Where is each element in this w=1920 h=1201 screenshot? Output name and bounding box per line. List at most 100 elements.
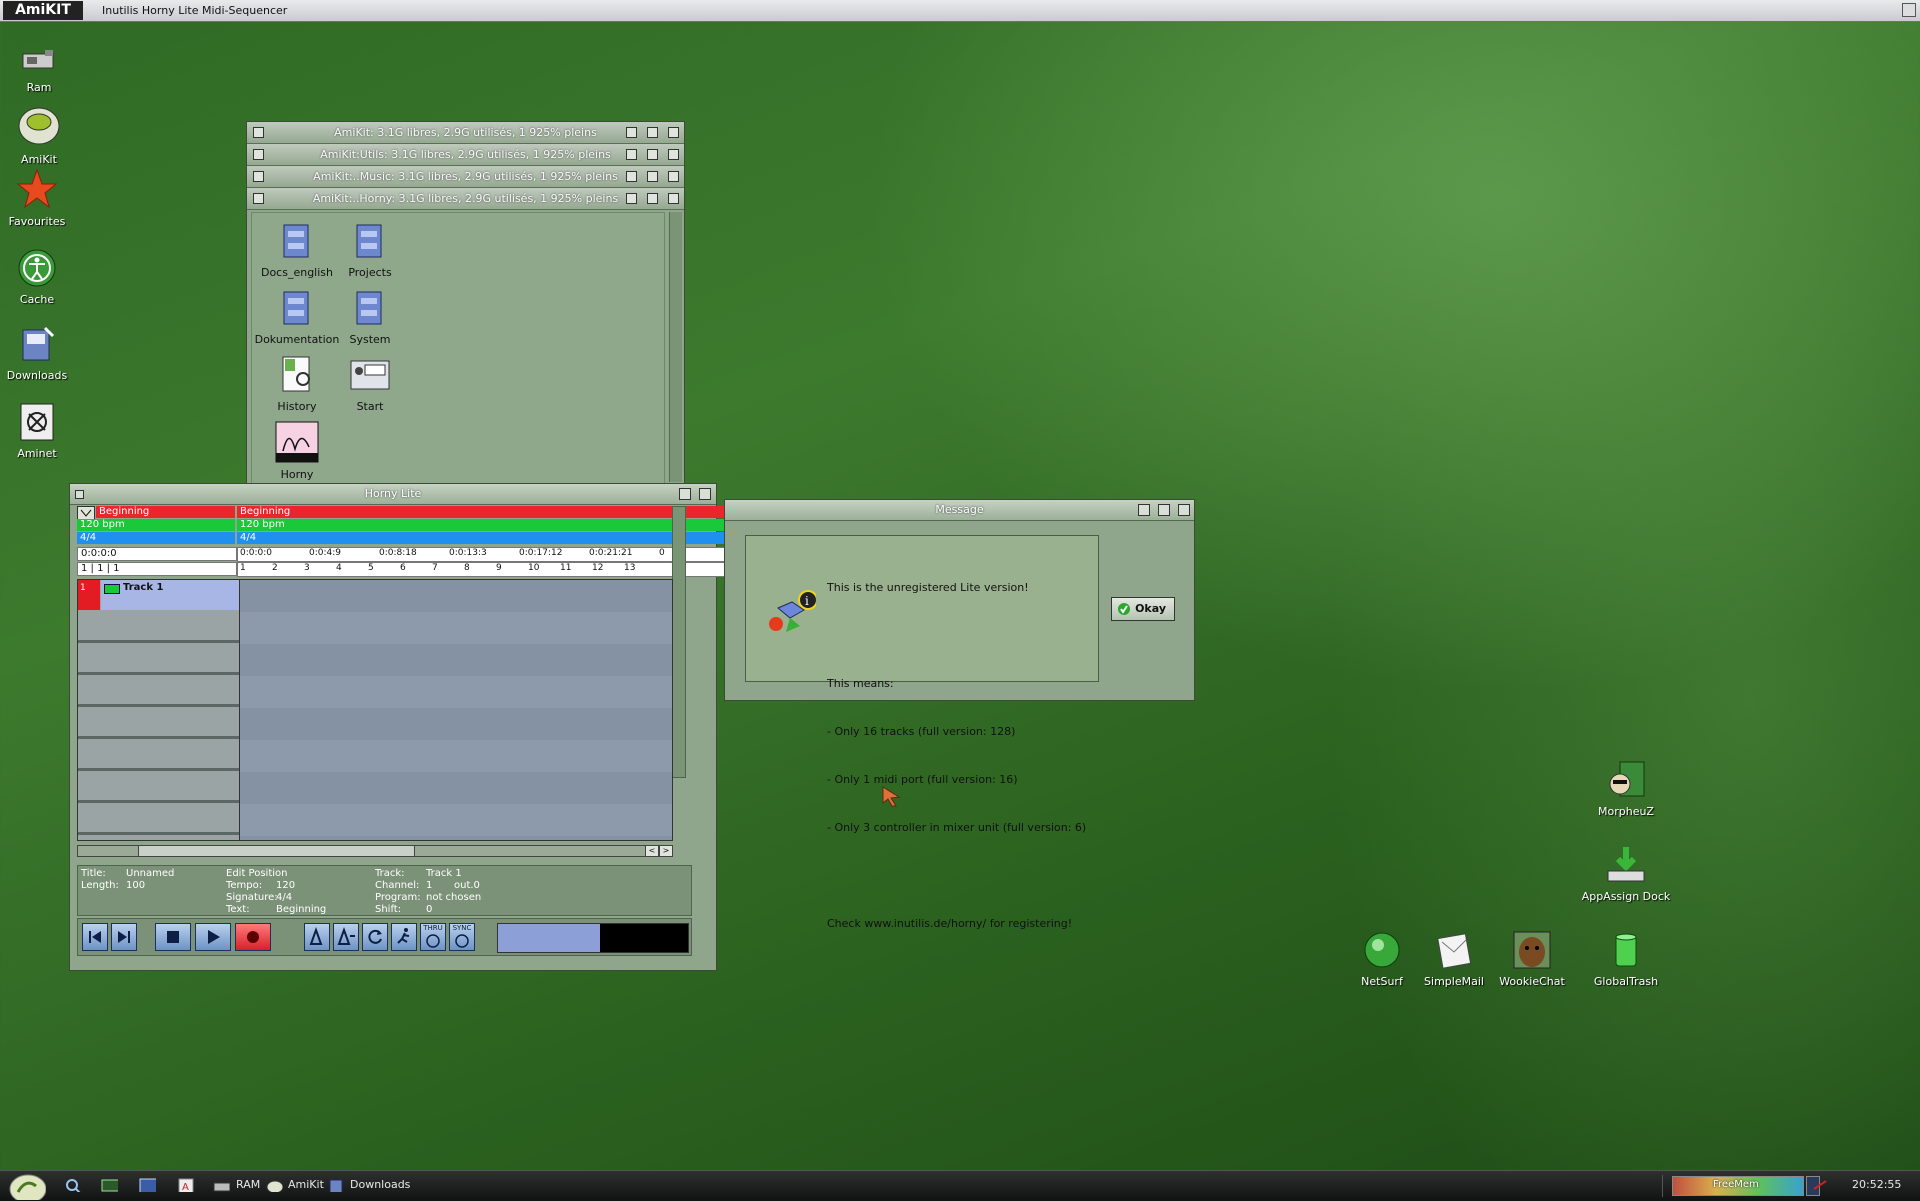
- message-titlebar[interactable]: Message: [725, 500, 1194, 521]
- iconify-gadget[interactable]: [626, 127, 637, 138]
- desktop-icon-wookiechat[interactable]: WookieChat: [1487, 930, 1577, 988]
- time-position[interactable]: 0:0:0:0: [77, 547, 237, 561]
- scroll-right-button[interactable]: >: [659, 845, 673, 857]
- close-gadget[interactable]: [75, 490, 84, 499]
- close-gadget[interactable]: [253, 127, 264, 138]
- depth-gadget[interactable]: [668, 127, 679, 138]
- drawer-titlebar-music[interactable]: AmiKit:..Music: 3.1G libres, 2.9G utilis…: [247, 166, 684, 188]
- iconify-gadget[interactable]: [626, 149, 637, 160]
- tempo-row-left[interactable]: 120 bpm: [77, 519, 235, 531]
- ram-disk-icon[interactable]: [212, 1178, 230, 1192]
- horny-titlebar[interactable]: Horny Lite: [70, 484, 716, 505]
- horizontal-scrollbar[interactable]: [138, 845, 646, 857]
- thru-button[interactable]: THRU: [420, 923, 446, 951]
- depth-gadget[interactable]: [668, 171, 679, 182]
- desktop-icon-aminet[interactable]: Aminet: [0, 402, 82, 460]
- depth-gadget[interactable]: [668, 149, 679, 160]
- bar-position[interactable]: 1 | 1 | 1: [77, 562, 237, 576]
- scroll-left-button[interactable]: <: [645, 845, 659, 857]
- depth-gadget[interactable]: [668, 193, 679, 204]
- drawer-icon-system[interactable]: System: [325, 288, 415, 346]
- okay-button[interactable]: Okay: [1111, 597, 1175, 621]
- drawer-titlebar-horny[interactable]: AmiKit:..Horny: 3.1G libres, 2.9G utilis…: [247, 188, 684, 210]
- shift-value[interactable]: 0: [426, 904, 432, 915]
- play-button[interactable]: [195, 923, 231, 951]
- amikit-logo[interactable]: AmiKIT: [3, 1, 83, 20]
- zoom-gadget[interactable]: [679, 488, 691, 500]
- tempo-value[interactable]: 120: [276, 880, 295, 891]
- drawer-titlebar-utils[interactable]: AmiKit:Utils: 3.1G libres, 2.9G utilisés…: [247, 144, 684, 166]
- track-1-mute-cell[interactable]: 1: [78, 580, 100, 610]
- taskbar-item-ram[interactable]: RAM: [236, 1177, 260, 1193]
- screen-depth-gadget[interactable]: [1902, 3, 1916, 17]
- window-list-icon[interactable]: [138, 1178, 156, 1192]
- drawer-scrollbar[interactable]: [669, 212, 682, 482]
- depth-gadget[interactable]: [1178, 504, 1190, 516]
- close-gadget[interactable]: [253, 149, 264, 160]
- track-value[interactable]: Track 1: [426, 868, 462, 879]
- taskbar-item-downloads[interactable]: Downloads: [350, 1177, 410, 1193]
- depth-gadget[interactable]: [699, 488, 711, 500]
- search-icon[interactable]: [64, 1178, 82, 1192]
- program-value[interactable]: not chosen: [426, 892, 481, 903]
- zoom-gadget[interactable]: [647, 149, 658, 160]
- count-in-button[interactable]: [333, 923, 359, 951]
- sync-button[interactable]: SYNC: [449, 923, 475, 951]
- zoom-slider[interactable]: [77, 845, 139, 857]
- marker-menu-button[interactable]: [77, 506, 95, 520]
- metronome-button[interactable]: [304, 923, 330, 951]
- desktop-icon-simplemail[interactable]: SimpleMail: [1409, 930, 1499, 988]
- signature-row-track[interactable]: 4/4: [237, 532, 739, 544]
- downloads-drawer-icon[interactable]: [327, 1178, 345, 1192]
- empty-track-slots[interactable]: [78, 611, 240, 840]
- time-ruler[interactable]: 0:0:0:0 0:0:4:9 0:0:8:18 0:0:13:3 0:0:17…: [237, 547, 739, 562]
- drawer-titlebar-amikit[interactable]: AmiKit: 3.1G libres, 2.9G utilisés, 1 92…: [247, 122, 684, 144]
- channel-value[interactable]: 1: [426, 880, 432, 891]
- track-1-name-cell[interactable]: Track 1: [101, 580, 239, 610]
- track-lanes[interactable]: [239, 579, 673, 841]
- rewind-to-start-button[interactable]: [82, 923, 108, 951]
- iconify-gadget[interactable]: [626, 171, 637, 182]
- marker-row-track[interactable]: Beginning: [237, 506, 739, 518]
- record-button[interactable]: [235, 923, 271, 951]
- output-port-value[interactable]: out.0: [454, 880, 480, 891]
- drawer-icon-projects[interactable]: Projects: [325, 221, 415, 279]
- iconify-gadget[interactable]: [626, 193, 637, 204]
- song-length-value[interactable]: 100: [126, 880, 145, 891]
- tempo-row-track[interactable]: 120 bpm: [237, 519, 739, 531]
- drawer-icon-horny[interactable]: Horny: [252, 421, 342, 481]
- iconify-gadget[interactable]: [1138, 504, 1150, 516]
- text-value[interactable]: Beginning: [276, 904, 326, 915]
- close-gadget[interactable]: [253, 171, 264, 182]
- desktop-icon-downloads[interactable]: Downloads: [0, 324, 82, 382]
- zoom-gadget[interactable]: [647, 193, 658, 204]
- start-menu-icon[interactable]: [4, 1172, 46, 1200]
- volume-icon[interactable]: [1812, 1177, 1828, 1193]
- signature-row-left[interactable]: 4/4: [77, 532, 235, 544]
- marker-row-left[interactable]: Beginning: [96, 506, 235, 518]
- drawer-icon-start[interactable]: Start: [325, 355, 415, 413]
- zoom-gadget[interactable]: [647, 171, 658, 182]
- bar-ruler[interactable]: 1 2 3 4 5 6 7 8 9 10 11 12 13: [237, 562, 739, 577]
- screen-mode-icon[interactable]: [100, 1178, 118, 1192]
- taskbar-item-amikit[interactable]: AmiKit: [288, 1177, 324, 1193]
- song-title-value[interactable]: Unnamed: [126, 868, 174, 879]
- desktop-icon-cache[interactable]: Cache: [0, 248, 82, 306]
- close-gadget[interactable]: [253, 193, 264, 204]
- track-vertical-scrollbar[interactable]: [672, 506, 686, 778]
- zoom-gadget[interactable]: [647, 127, 658, 138]
- skip-forward-button[interactable]: [111, 923, 137, 951]
- punch-button[interactable]: [391, 923, 417, 951]
- signature-value[interactable]: 4/4: [276, 892, 292, 903]
- stop-button[interactable]: [155, 923, 191, 951]
- desktop-icon-ram[interactable]: Ram: [0, 46, 84, 94]
- desktop-icon-favourites[interactable]: Favourites: [0, 168, 82, 228]
- notepad-icon[interactable]: A: [176, 1178, 194, 1192]
- desktop-icon-globaltrash[interactable]: GlobalTrash: [1581, 930, 1671, 988]
- horizontal-scroll-thumb[interactable]: [139, 846, 415, 856]
- desktop-icon-amikit[interactable]: AmiKit: [0, 102, 84, 166]
- desktop-icon-morpheuz[interactable]: MorpheuZ: [1581, 760, 1671, 818]
- loop-button[interactable]: [362, 923, 388, 951]
- desktop-icon-appassign-dock[interactable]: AppAssign Dock: [1581, 845, 1671, 903]
- hard-drive-icon[interactable]: [265, 1178, 283, 1192]
